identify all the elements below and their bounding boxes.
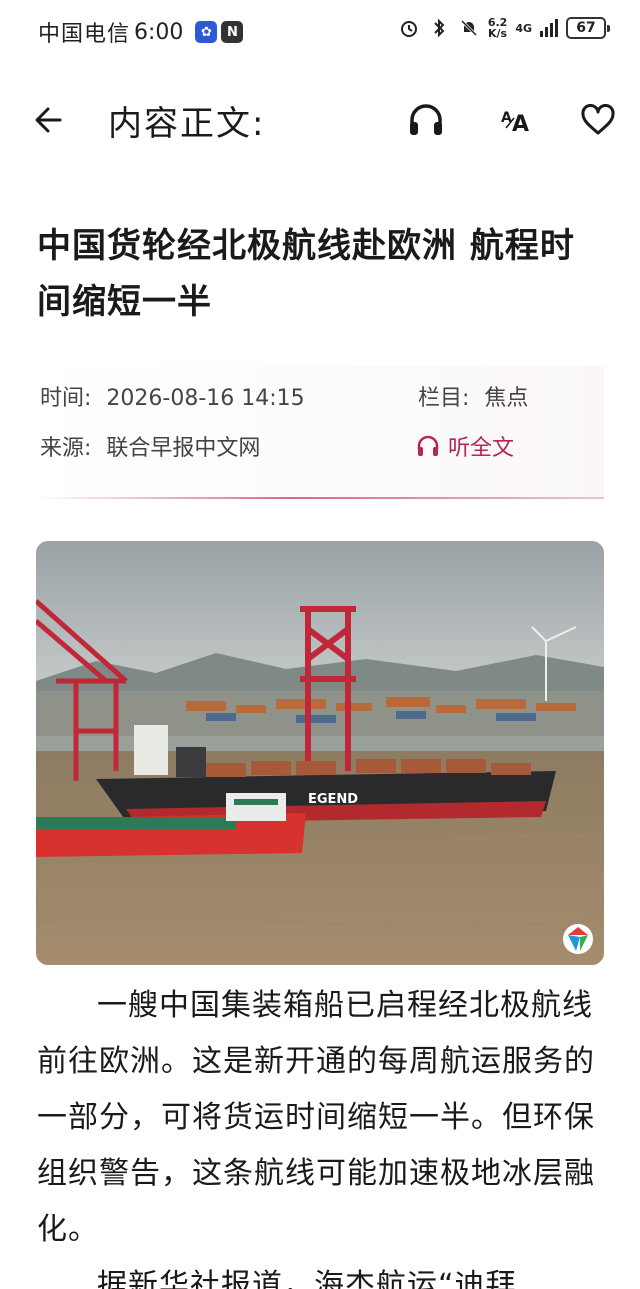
source: 来源: 联合早报中文网 <box>40 430 260 462</box>
status-left: 中国电信 6:00 ✿ N <box>38 16 244 48</box>
app-notification-icon: ✿ <box>195 21 218 43</box>
article-title: 中国货轮经北极航线赴欧洲 航程时间缩短一半 <box>37 226 575 322</box>
status-right: 6.2 K/s 4G 67 <box>398 17 610 39</box>
article-body: 一艘中国集装箱船已启程经北极航线前往欧洲。这是新开通的每周航运服务的一部分，可将… <box>37 978 607 1289</box>
listen-button[interactable] <box>404 98 448 142</box>
nfc-icon: N <box>221 21 244 43</box>
battery-icon: 67 <box>566 17 610 39</box>
bluetooth-icon <box>428 17 450 39</box>
heart-icon <box>581 104 615 135</box>
app-header: 内容正文: A A <box>0 86 640 156</box>
mute-bell-icon <box>458 17 480 39</box>
listen-all-button[interactable]: 听全文 <box>416 430 514 462</box>
status-bar: 中国电信 6:00 ✿ N 6.2 K/s 4G 67 <box>0 0 640 64</box>
font-size-button[interactable]: A A <box>494 98 538 142</box>
listen-all-label: 听全文 <box>448 436 515 461</box>
category-value: 焦点 <box>484 386 529 411</box>
headphones-icon <box>417 435 439 456</box>
battery-level: 67 <box>576 20 596 36</box>
port-ship-image: EGEND <box>36 541 604 965</box>
divider <box>36 497 604 499</box>
network-type: 4G <box>515 21 532 35</box>
paragraph: 一艘中国集装箱船已启程经北极航线前往欧洲。这是新开通的每周航运服务的一部分，可将… <box>37 988 595 1247</box>
source-value: 联合早报中文网 <box>106 436 261 461</box>
category: 栏目: 焦点 <box>418 380 528 412</box>
back-button[interactable] <box>30 100 70 140</box>
headphones-icon <box>410 104 442 135</box>
time-value: 2026-08-16 14:15 <box>106 386 305 411</box>
page-title: 内容正文: <box>108 104 266 144</box>
svg-text:A: A <box>512 112 529 134</box>
source-label: 来源: <box>40 436 92 461</box>
network-speed: 6.2 K/s <box>488 17 508 39</box>
paragraph: 据新华社报道，海杰航运“迪拜 <box>97 1268 517 1289</box>
time-label: 时间: <box>40 386 92 411</box>
alarm-icon <box>398 17 420 39</box>
watermark-logo <box>563 924 593 954</box>
clock: 6:00 <box>134 19 184 45</box>
article-photo[interactable]: EGEND <box>36 541 604 965</box>
ship-name-text: EGEND <box>308 792 358 807</box>
font-size-icon: A A <box>501 110 529 134</box>
carrier-name: 中国电信 <box>38 22 131 47</box>
publish-time: 时间: 2026-08-16 14:15 <box>40 380 305 412</box>
favorite-button[interactable] <box>576 98 620 142</box>
back-arrow-icon <box>35 107 62 133</box>
signal-icon <box>540 19 558 37</box>
category-label: 栏目: <box>418 386 470 411</box>
article-meta: 时间: 2026-08-16 14:15 栏目: 焦点 来源: 联合早报中文网 … <box>36 366 604 500</box>
speed-unit: K/s <box>488 27 508 40</box>
